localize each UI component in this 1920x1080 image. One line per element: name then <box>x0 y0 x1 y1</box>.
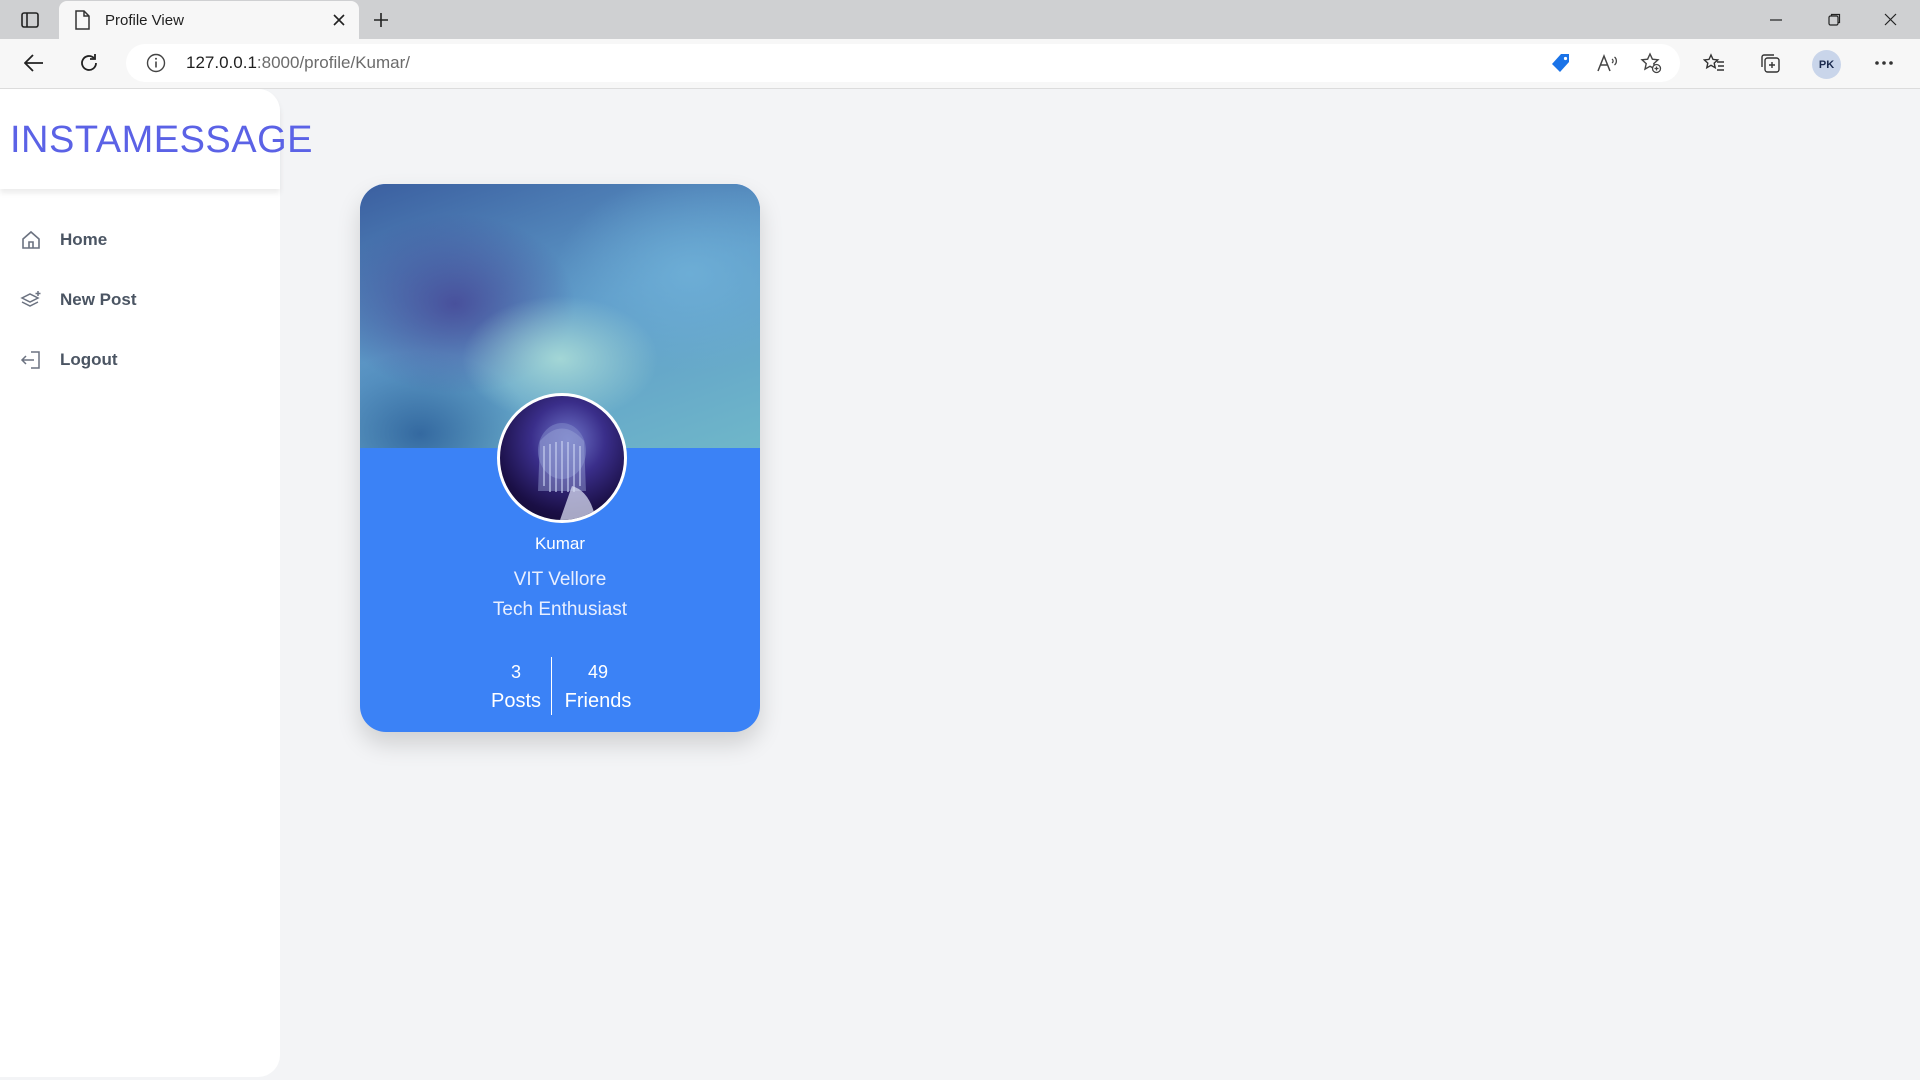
close-tab-icon[interactable] <box>325 6 353 34</box>
profile-bio: Tech Enthusiast <box>492 599 628 620</box>
posts-count: 3 <box>510 662 521 682</box>
logout-icon <box>18 347 44 373</box>
sidebar-item-label: New Post <box>60 290 137 309</box>
profile-stats: 3 Posts 49 Friends <box>360 657 760 715</box>
sidebar-item-new-post[interactable]: New Post <box>18 282 258 318</box>
page-icon <box>75 10 90 30</box>
back-arrow-icon[interactable] <box>16 47 52 79</box>
brand-logo[interactable]: INSTAMESSAGE <box>10 119 313 162</box>
sidebar-item-label: Logout <box>60 350 118 369</box>
add-favorite-icon[interactable] <box>1636 49 1666 77</box>
profile-college: VIT Vellore <box>513 569 607 590</box>
friends-count: 49 <box>587 662 609 682</box>
profile-card: Kumar VIT Vellore Tech Enthusiast 3 Post… <box>360 184 760 732</box>
restore-icon[interactable] <box>1806 0 1862 39</box>
browser-titlebar: Profile View <box>0 0 1920 39</box>
shopping-tag-icon[interactable] <box>1546 49 1576 77</box>
profile-picture[interactable] <box>497 393 627 523</box>
stats-divider <box>551 657 552 715</box>
posts-stat[interactable]: 3 Posts <box>484 657 548 715</box>
tab-title: Profile View <box>105 11 184 29</box>
reload-icon[interactable] <box>71 47 107 79</box>
friends-stat[interactable]: 49 Friends <box>556 657 640 715</box>
url-text: 127.0.0.1:8000/profile/Kumar/ <box>186 53 410 72</box>
home-icon <box>18 227 44 253</box>
posts-label: Posts <box>490 690 542 712</box>
sidebar-item-home[interactable]: Home <box>18 222 258 258</box>
tab-actions-icon[interactable] <box>14 7 46 33</box>
site-info-icon[interactable] <box>146 53 166 73</box>
collections-icon[interactable] <box>1754 48 1786 78</box>
sidebar: INSTAMESSAGE Home New Post Logout <box>0 89 313 1077</box>
friends-label: Friends <box>564 690 632 712</box>
read-aloud-icon[interactable] <box>1592 49 1622 77</box>
browser-tab-active[interactable]: Profile View <box>59 1 359 39</box>
sidebar-item-label: Home <box>60 230 108 249</box>
profile-avatar[interactable]: PK <box>1812 50 1841 79</box>
close-window-icon[interactable] <box>1862 0 1918 39</box>
profile-name: Kumar <box>534 534 586 553</box>
favorites-icon[interactable] <box>1698 48 1730 78</box>
address-bar[interactable]: 127.0.0.1:8000/profile/Kumar/ <box>126 44 1680 82</box>
new-tab-icon[interactable] <box>364 5 398 35</box>
browser-toolbar: 127.0.0.1:8000/profile/Kumar/ PK <box>0 39 1920 89</box>
layers-plus-icon <box>18 287 44 313</box>
sidebar-item-logout[interactable]: Logout <box>18 342 258 378</box>
brand-header: INSTAMESSAGE <box>0 89 313 189</box>
minimize-icon[interactable] <box>1748 0 1804 39</box>
more-menu-icon[interactable] <box>1868 48 1900 78</box>
